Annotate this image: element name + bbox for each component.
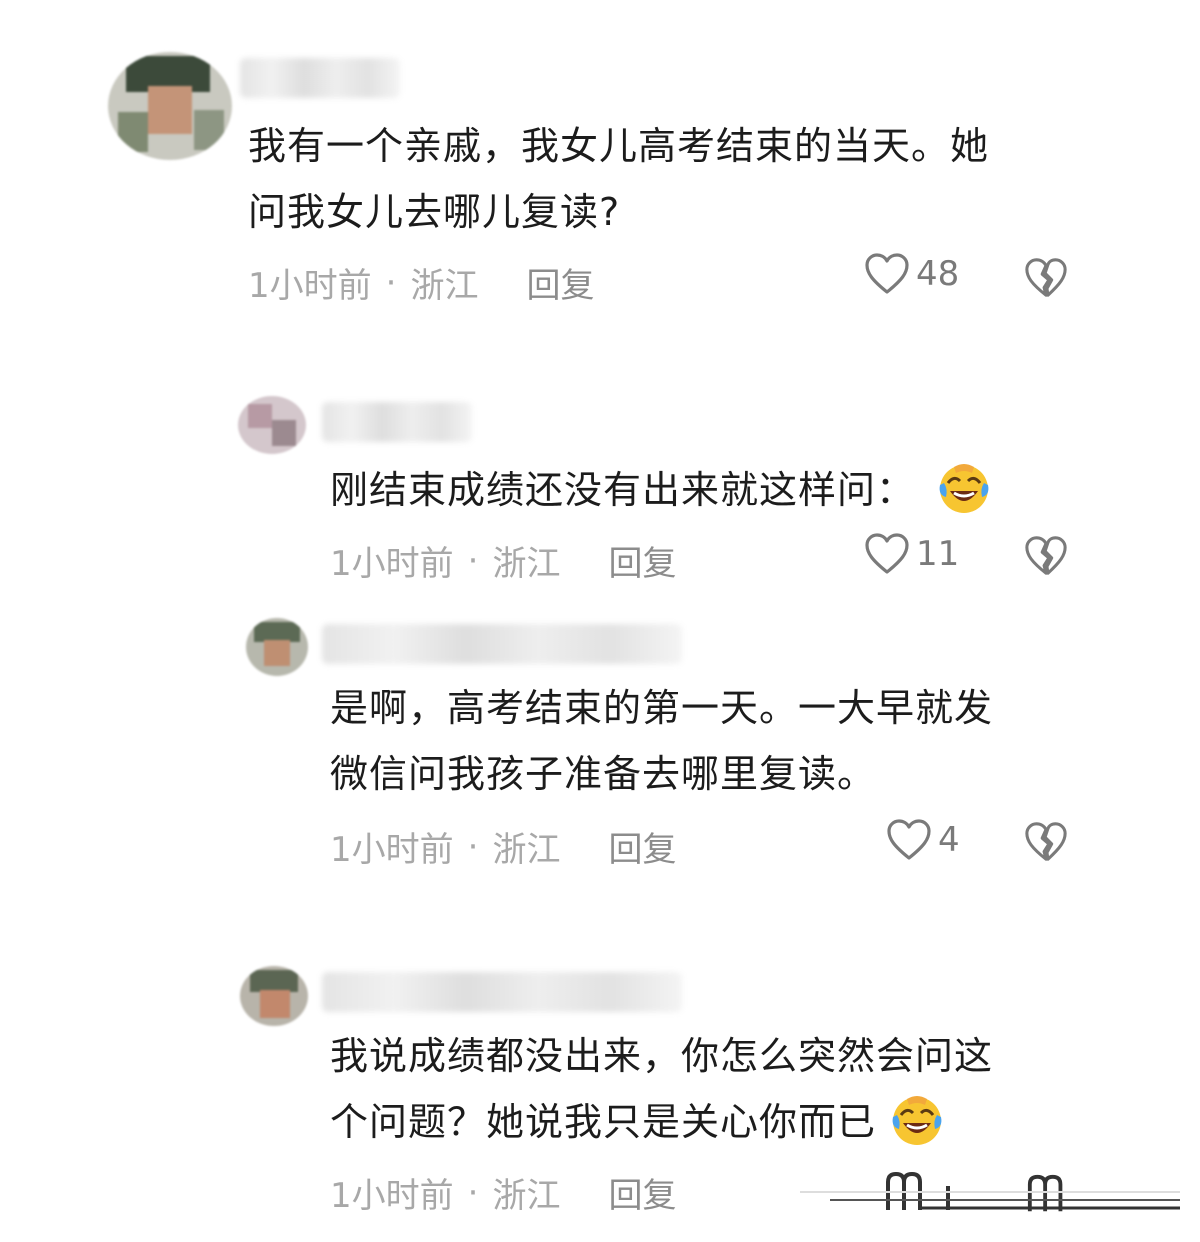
comment-text-line-1: 是啊，高考结束的第一天。一大早就发 [330,686,994,730]
separator: · [467,826,479,867]
comment-1: 我有一个亲戚，我女儿高考结束的当天。她 问我女儿去哪儿复读? 1小时前 · 浙江… [0,0,1200,330]
comment-meta: 1小时前 · 浙江 回复 [330,1168,676,1217]
location: 浙江 [410,266,479,306]
comment-3: 是啊，高考结束的第一天。一大早就发 微信问我孩子准备去哪里复读。 1小时前 · … [0,600,1200,900]
broken-heart-icon[interactable] [1024,820,1068,864]
timestamp: 1小时前 [330,1176,454,1216]
avatar[interactable] [238,396,306,454]
timestamp: 1小时前 [330,544,454,584]
location: 浙江 [492,544,561,584]
location: 浙江 [492,830,561,870]
comment-text-line-2: 微信问我孩子准备去哪里复读。 [330,752,877,796]
reply-button[interactable]: 回复 [608,822,676,871]
like-count: 48 [916,254,960,294]
reply-button[interactable]: 回复 [526,258,594,307]
separator: · [467,540,479,581]
like-button[interactable]: 11 [864,532,959,576]
heart-outline-icon [865,533,909,574]
timestamp: 1小时前 [248,266,372,306]
comment-text-line-2: 问我女儿去哪儿复读? [248,190,621,234]
heart-outline-icon [887,819,931,860]
reply-button[interactable]: 回复 [608,536,676,585]
like-count: 11 [916,534,960,574]
avatar[interactable] [246,618,308,676]
username-blurred[interactable] [322,624,682,664]
avatar[interactable] [108,52,232,160]
separator: · [385,262,397,303]
username-blurred[interactable] [240,58,400,98]
broken-heart-icon[interactable] [1024,534,1068,578]
username-blurred[interactable] [322,402,472,442]
username-blurred[interactable] [322,972,682,1012]
laughing-crying-emoji [892,1096,942,1145]
location: 浙江 [492,1176,561,1216]
heart-outline-icon [865,253,909,294]
comment-text-line-1: 我说成绩都没出来，你怎么突然会问这 [330,1034,994,1078]
separator: · [467,1172,479,1213]
comment-text: 个问题？她说我只是关心你而已 [330,1100,877,1144]
laughing-crying-emoji [939,464,989,513]
comment-meta: 1小时前 · 浙江 回复 [248,258,594,307]
timestamp: 1小时前 [330,830,454,870]
comment-meta: 1小时前 · 浙江 回复 [330,822,676,871]
like-count: 4 [938,820,960,860]
comment-text-line-1: 我有一个亲戚，我女儿高考结束的当天。她 [248,124,990,168]
reply-button[interactable]: 回复 [608,1168,676,1217]
broken-heart-icon[interactable] [1024,256,1068,300]
comment-text-line-2: 个问题？她说我只是关心你而已 [330,1090,945,1154]
comment-2: 刚结束成绩还没有出来就这样问： 1小时前 · 浙江 回复 11 [0,380,1200,600]
comment-text-line-1: 刚结束成绩还没有出来就这样问： [330,458,992,522]
comment-meta: 1小时前 · 浙江 回复 [330,536,676,585]
comment-text: 刚结束成绩还没有出来就这样问： [330,468,916,512]
like-button[interactable]: 4 [886,818,960,862]
like-button[interactable]: 48 [864,252,959,296]
comment-4: 我说成绩都没出来，你怎么突然会问这 个问题？她说我只是关心你而已 1小时前 · … [0,950,1200,1242]
avatar[interactable] [240,966,308,1026]
scan-lines [800,1191,1180,1210]
